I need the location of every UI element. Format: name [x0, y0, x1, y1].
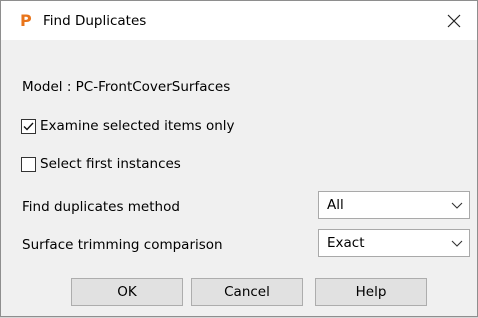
select-first-checkbox[interactable] — [21, 156, 36, 172]
select-first-checkbox-row[interactable]: Select first instances — [21, 155, 181, 173]
help-button[interactable]: Help — [315, 278, 427, 306]
title-bar: P Find Duplicates — [1, 1, 477, 40]
find-duplicates-dialog: P Find Duplicates Model : PC-FrontCoverS… — [0, 0, 478, 317]
chevron-down-icon — [451, 240, 463, 247]
checkmark-icon — [23, 122, 34, 131]
examine-selected-checkbox-row[interactable]: Examine selected items only — [21, 117, 235, 135]
examine-selected-checkbox[interactable] — [21, 118, 36, 134]
find-method-label: Find duplicates method — [22, 199, 180, 215]
cancel-button[interactable]: Cancel — [191, 278, 303, 306]
select-first-label: Select first instances — [40, 156, 181, 172]
trimming-comparison-value: Exact — [327, 235, 365, 251]
chevron-down-icon — [451, 202, 463, 209]
close-icon — [447, 14, 461, 27]
ok-button[interactable]: OK — [71, 278, 183, 306]
trimming-comparison-select[interactable]: Exact — [318, 229, 470, 257]
app-logo-icon: P — [20, 11, 32, 30]
find-method-select[interactable]: All — [318, 191, 470, 219]
model-label: Model : PC-FrontCoverSurfaces — [22, 79, 231, 95]
close-button[interactable] — [431, 1, 477, 40]
trimming-comparison-label: Surface trimming comparison — [22, 237, 223, 253]
find-method-value: All — [327, 197, 344, 213]
examine-selected-label: Examine selected items only — [40, 118, 235, 134]
window-title: Find Duplicates — [43, 13, 147, 29]
